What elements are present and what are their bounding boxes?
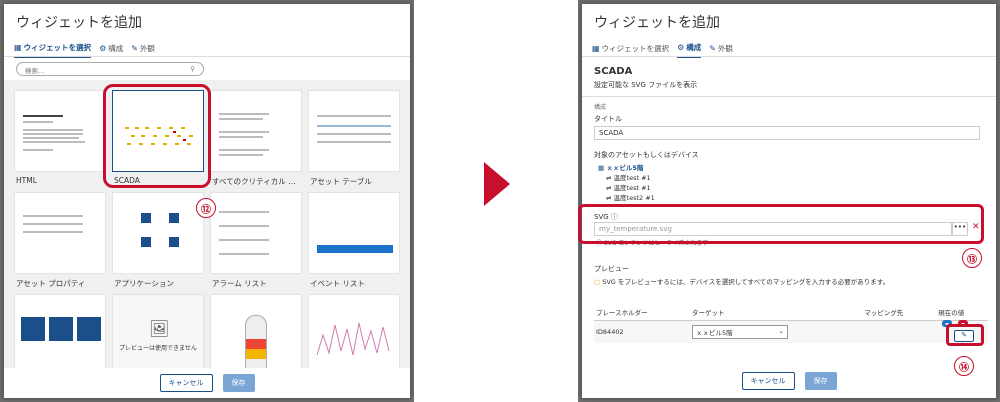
widget-card-event-list[interactable]: イベント リスト [308, 192, 400, 292]
widget-card-asset-table[interactable]: アセット テーブル [308, 90, 400, 190]
widget-name: SCADA [594, 66, 633, 77]
search-icon: ⚲ [190, 65, 195, 73]
card-thumbnail [308, 192, 400, 274]
title-label: タイトル [594, 115, 622, 123]
svg-highlight [578, 204, 984, 244]
device-icon: ⇌ [606, 184, 612, 192]
dialog-footer: キャンセル 保存 [4, 374, 410, 392]
preview-label: プレビュー [594, 265, 629, 273]
arrow-right-icon [484, 162, 510, 206]
tab-divider [4, 56, 410, 57]
right-screenshot: ウィジェットを追加 ▦ ウィジェットを選択 ⚙ 構成 ✎ 外観 SCADA 設定… [578, 0, 1000, 402]
edit-highlight [946, 324, 984, 346]
widget-card-no-preview[interactable]: 🖼 プレビューは使用できません [112, 294, 204, 368]
widget-card-alarm-list[interactable]: アラーム リスト [210, 192, 302, 292]
card-thumbnail [308, 90, 400, 172]
widget-card-silo[interactable] [210, 294, 302, 368]
add-widget-dialog: ウィジェットを追加 ▦ ウィジェットを選択 ⚙ 構成 ✎ 外観 検索… ⚲ HT… [4, 4, 410, 398]
graph-preview-image [316, 322, 390, 356]
cancel-button[interactable]: キャンセル [741, 372, 795, 390]
grid-icon: ▦ [14, 43, 22, 52]
add-widget-dialog-config: ウィジェットを追加 ▦ ウィジェットを選択 ⚙ 構成 ✎ 外観 SCADA 設定… [578, 4, 996, 398]
dialog-title: ウィジェットを追加 [16, 15, 142, 31]
mapping-cell [862, 320, 937, 343]
placeholder-cell: ID84402 [594, 320, 690, 343]
card-thumbnail [112, 192, 204, 274]
search-input[interactable]: 検索… ⚲ [16, 62, 204, 76]
grid-icon: ▦ [592, 44, 600, 53]
tree-root[interactable]: ▦ ｘｘビル5階 [598, 162, 643, 172]
widget-card-quick-links[interactable] [14, 294, 106, 368]
dialog-footer: キャンセル 保存 [582, 372, 996, 390]
table-row: ID84402 ｘｘビル5階 ⌄ [594, 320, 988, 343]
card-thumbnail [14, 90, 106, 172]
widget-card-asset-properties[interactable]: アセット プロパティ [14, 192, 106, 292]
callout-12: ⑫ [196, 198, 216, 218]
widget-card-critical-alarms[interactable]: すべてのクリティカル … [210, 90, 302, 190]
dialog-title: ウィジェットを追加 [594, 15, 720, 31]
card-thumbnail [210, 192, 302, 274]
gear-icon: ⚙ [677, 43, 685, 52]
widget-card-data-points-graph[interactable] [308, 294, 400, 368]
device-icon: ⇌ [606, 194, 612, 202]
placeholder-table: プレースホルダー ターゲット マッピング先 現在の値 ID84402 ｘｘビル5… [594, 304, 988, 343]
column-placeholder: プレースホルダー [594, 304, 690, 321]
card-thumbnail [14, 294, 106, 368]
tree-child-1[interactable]: ⇌ 温度test #1 [606, 172, 651, 182]
tree-child-2[interactable]: ⇌ 温度test #1 [606, 182, 651, 192]
card-thumbnail [210, 90, 302, 172]
device-icon: ⇌ [606, 174, 612, 182]
brush-icon: ✎ [709, 44, 716, 53]
card-thumbnail [210, 294, 302, 368]
widget-card-applications[interactable]: アプリケーション [112, 192, 204, 292]
save-button[interactable]: 保存 [804, 372, 837, 390]
image-icon: 🖼 [149, 319, 170, 338]
scada-highlight [103, 84, 211, 188]
card-thumbnail [14, 192, 106, 274]
tree-child-3[interactable]: ⇌ 温度test2 #1 [606, 192, 655, 202]
devices-label: 対象のアセットもしくはデバイス [594, 151, 699, 159]
left-screenshot: ウィジェットを追加 ▦ ウィジェットを選択 ⚙ 構成 ✎ 外観 検索… ⚲ HT… [0, 0, 414, 402]
target-select[interactable]: ｘｘビル5階 ⌄ [691, 325, 788, 339]
save-button[interactable]: 保存 [222, 374, 255, 392]
brush-icon: ✎ [131, 44, 138, 53]
building-icon: ▦ [598, 164, 605, 172]
preview-note: ▢ SVG をプレビューするには、デバイスを選択してすべてのマッピングを入力する… [594, 278, 890, 286]
target-cell: ｘｘビル5階 ⌄ [689, 320, 863, 343]
card-thumbnail: 🖼 プレビューは使用できません [112, 294, 204, 368]
column-current-value: 現在の値 [936, 304, 988, 321]
callout-13: ⑬ [962, 248, 982, 268]
divider [582, 96, 996, 97]
cancel-button[interactable]: キャンセル [159, 374, 213, 392]
svg-file-icon: ▢ [594, 278, 601, 286]
chevron-down-icon: ⌄ [778, 327, 784, 335]
title-input[interactable]: SCADA [594, 126, 980, 140]
section-label: 構成 [594, 104, 607, 111]
column-mapping: マッピング先 [862, 304, 937, 321]
widget-description: 設定可能な SVG ファイルを表示 [594, 81, 698, 89]
widget-card-html[interactable]: HTML [14, 90, 106, 190]
card-thumbnail [308, 294, 400, 368]
tab-divider [582, 56, 996, 57]
gear-icon: ⚙ [99, 44, 107, 53]
column-target: ターゲット [689, 304, 863, 321]
